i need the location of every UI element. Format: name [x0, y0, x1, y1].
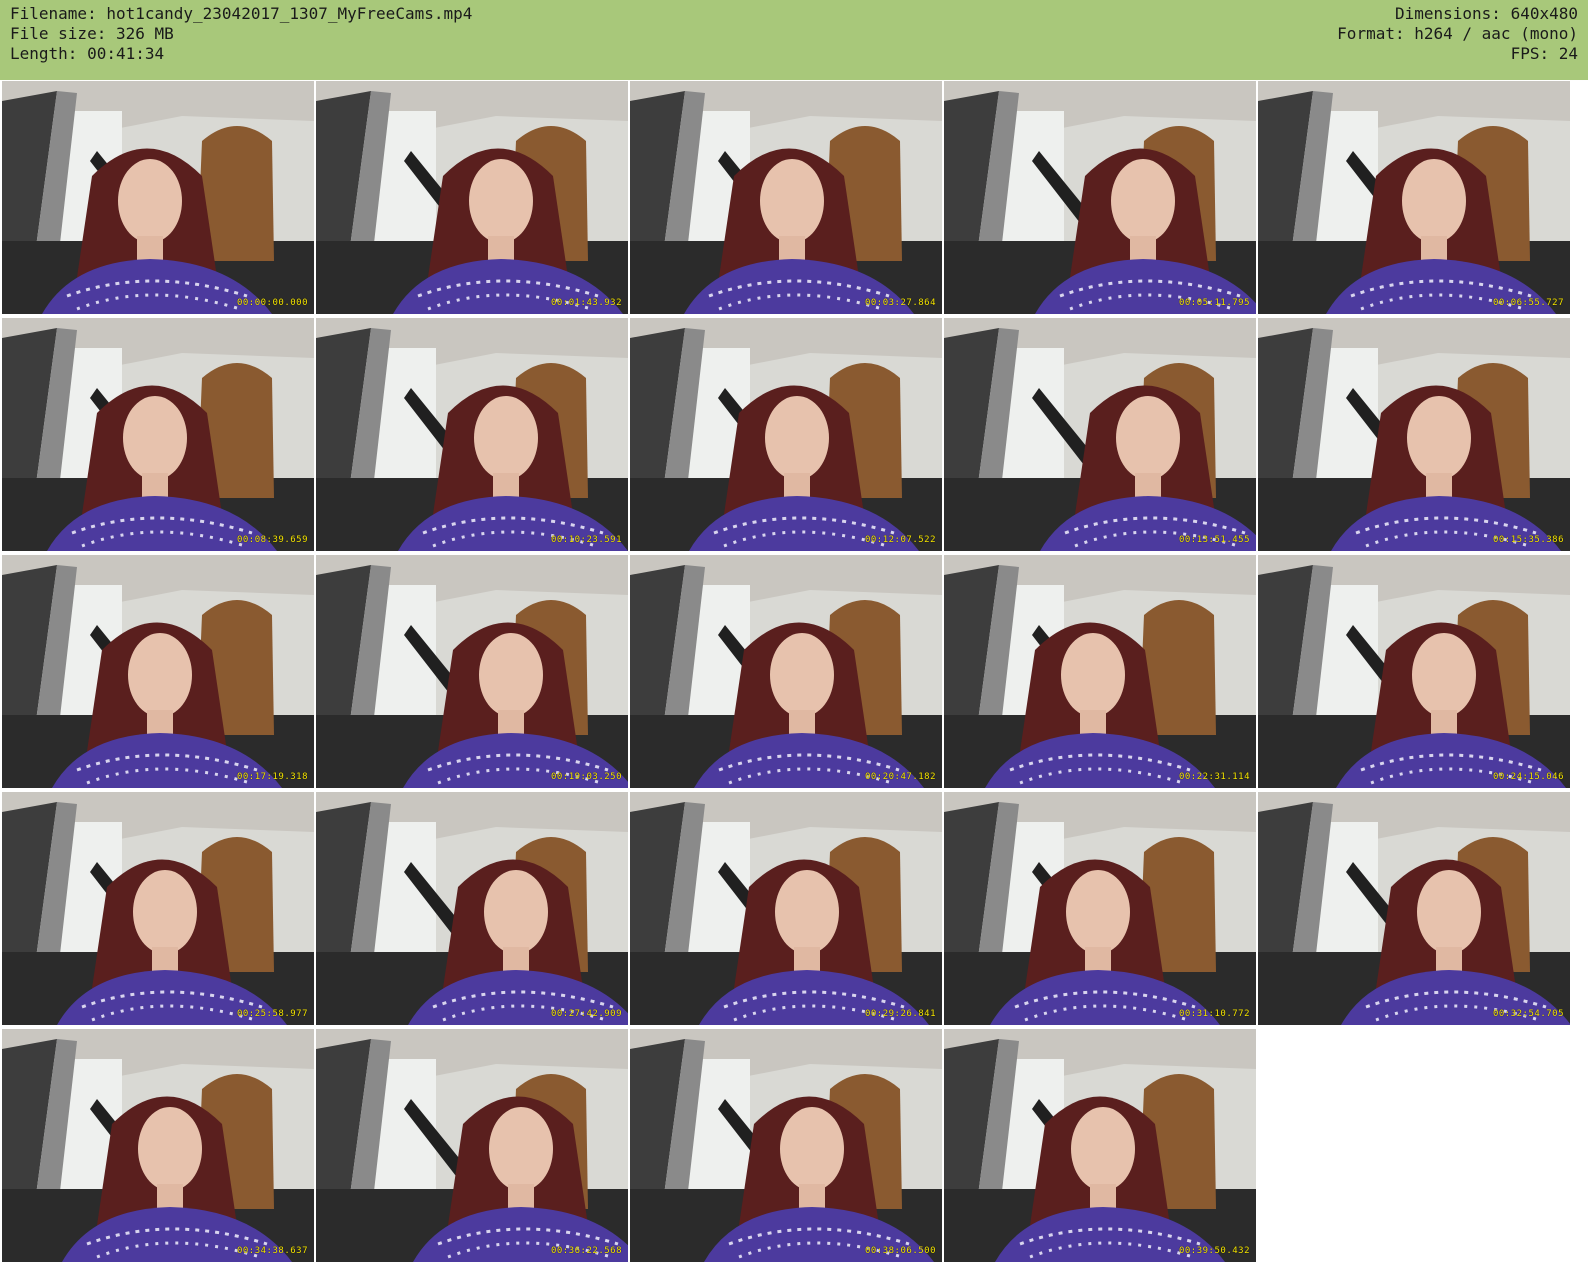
frame-image: [2, 555, 314, 788]
frame-timestamp: 00:22:31.114: [1178, 772, 1250, 782]
frame-image: [2, 792, 314, 1025]
frame-image: [2, 1029, 314, 1262]
video-thumbnail[interactable]: 00:15:35.386: [1258, 318, 1570, 551]
video-thumbnail[interactable]: 00:01:43.932: [316, 81, 628, 314]
frame-timestamp: 00:19:03.250: [550, 772, 622, 782]
video-thumbnail[interactable]: 00:05:11.795: [944, 81, 1256, 314]
frame-timestamp: 00:01:43.932: [550, 298, 622, 308]
video-thumbnail[interactable]: 00:24:15.046: [1258, 555, 1570, 788]
frame-timestamp: 00:13:51.455: [1178, 535, 1250, 545]
frame-timestamp: 00:00:00.000: [236, 298, 308, 308]
frame-image: [1258, 318, 1570, 551]
frame-timestamp: 00:17:19.318: [236, 772, 308, 782]
frame-timestamp: 00:12:07.522: [864, 535, 936, 545]
video-thumbnail[interactable]: 00:12:07.522: [630, 318, 942, 551]
video-thumbnail[interactable]: 00:13:51.455: [944, 318, 1256, 551]
frame-image: [944, 1029, 1256, 1262]
frame-timestamp: 00:31:10.772: [1178, 1009, 1250, 1019]
frame-timestamp: 00:29:26.841: [864, 1009, 936, 1019]
video-thumbnail[interactable]: 00:29:26.841: [630, 792, 942, 1025]
frame-image: [316, 555, 628, 788]
frame-image: [316, 1029, 628, 1262]
filename-text: Filename: hot1candy_23042017_1307_MyFree…: [10, 4, 473, 23]
frame-timestamp: 00:20:47.182: [864, 772, 936, 782]
video-thumbnail[interactable]: 00:34:38.637: [2, 1029, 314, 1262]
frame-image: [1258, 555, 1570, 788]
thumbnail-grid: 00:00:00.000 00:01:43.932 00:03:27.864 0…: [0, 81, 1588, 1280]
frame-timestamp: 00:10:23.591: [550, 535, 622, 545]
length-text: Length: 00:41:34: [10, 44, 165, 63]
video-thumbnail[interactable]: 00:17:19.318: [2, 555, 314, 788]
filesize-text: File size: 326 MB: [10, 24, 174, 43]
video-thumbnail[interactable]: 00:06:55.727: [1258, 81, 1570, 314]
frame-image: [1258, 792, 1570, 1025]
frame-timestamp: 00:08:39.659: [236, 535, 308, 545]
frame-timestamp: 00:03:27.864: [864, 298, 936, 308]
video-thumbnail[interactable]: 00:08:39.659: [2, 318, 314, 551]
frame-image: [630, 792, 942, 1025]
frame-image: [944, 792, 1256, 1025]
fps-text: FPS: 24: [1510, 44, 1578, 63]
format-text: Format: h264 / aac (mono): [1337, 24, 1578, 43]
file-info-right: Dimensions: 640x480 Format: h264 / aac (…: [1337, 4, 1578, 64]
frame-image: [944, 81, 1256, 314]
frame-timestamp: 00:27:42.909: [550, 1009, 622, 1019]
file-info-header: Filename: hot1candy_23042017_1307_MyFree…: [0, 0, 1588, 80]
video-thumbnail[interactable]: 00:10:23.591: [316, 318, 628, 551]
frame-image: [630, 1029, 942, 1262]
frame-image: [316, 81, 628, 314]
video-thumbnail[interactable]: 00:31:10.772: [944, 792, 1256, 1025]
frame-image: [2, 81, 314, 314]
frame-timestamp: 00:38:06.500: [864, 1246, 936, 1256]
frame-timestamp: 00:05:11.795: [1178, 298, 1250, 308]
frame-image: [944, 555, 1256, 788]
frame-timestamp: 00:32:54.705: [1492, 1009, 1564, 1019]
frame-image: [944, 318, 1256, 551]
video-thumbnail[interactable]: 00:20:47.182: [630, 555, 942, 788]
frame-timestamp: 00:25:58.977: [236, 1009, 308, 1019]
video-thumbnail[interactable]: 00:22:31.114: [944, 555, 1256, 788]
frame-image: [2, 318, 314, 551]
frame-image: [630, 81, 942, 314]
video-thumbnail[interactable]: 00:36:22.568: [316, 1029, 628, 1262]
frame-timestamp: 00:34:38.637: [236, 1246, 308, 1256]
frame-timestamp: 00:06:55.727: [1492, 298, 1564, 308]
frame-timestamp: 00:24:15.046: [1492, 772, 1564, 782]
frame-image: [1258, 81, 1570, 314]
video-thumbnail[interactable]: 00:27:42.909: [316, 792, 628, 1025]
video-thumbnail[interactable]: 00:32:54.705: [1258, 792, 1570, 1025]
video-thumbnail[interactable]: 00:03:27.864: [630, 81, 942, 314]
dimensions-text: Dimensions: 640x480: [1394, 4, 1578, 23]
frame-image: [630, 318, 942, 551]
frame-timestamp: 00:36:22.568: [550, 1246, 622, 1256]
frame-timestamp: 00:15:35.386: [1492, 535, 1564, 545]
video-thumbnail[interactable]: 00:00:00.000: [2, 81, 314, 314]
frame-image: [316, 318, 628, 551]
video-thumbnail[interactable]: 00:19:03.250: [316, 555, 628, 788]
frame-image: [630, 555, 942, 788]
file-info-left: Filename: hot1candy_23042017_1307_MyFree…: [10, 4, 472, 64]
video-thumbnail[interactable]: 00:25:58.977: [2, 792, 314, 1025]
frame-image: [316, 792, 628, 1025]
video-thumbnail[interactable]: 00:38:06.500: [630, 1029, 942, 1262]
frame-timestamp: 00:39:50.432: [1178, 1246, 1250, 1256]
video-thumbnail[interactable]: 00:39:50.432: [944, 1029, 1256, 1262]
